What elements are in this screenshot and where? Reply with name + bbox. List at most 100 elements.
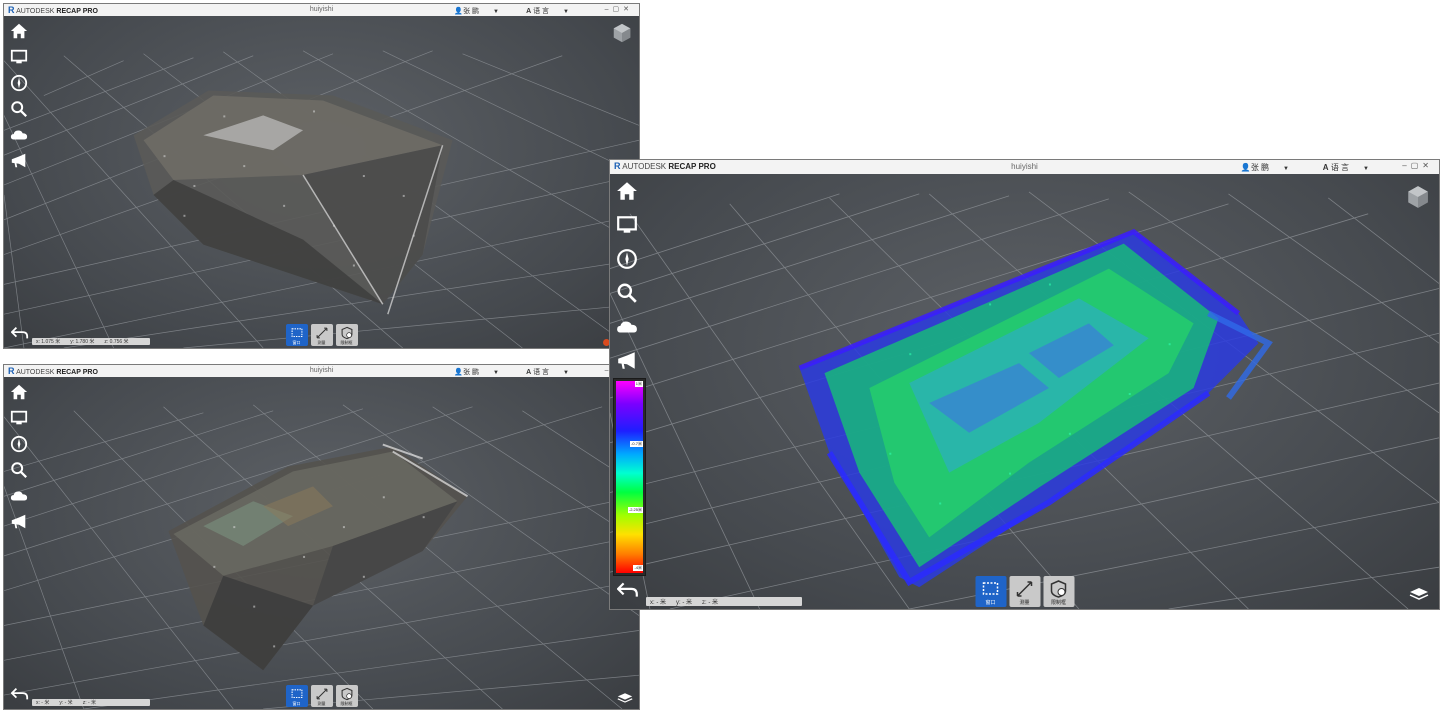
- search-icon[interactable]: [10, 100, 28, 118]
- file-name: huiyishi: [1011, 162, 1038, 171]
- coord-x: x: 1.075 米: [36, 339, 61, 345]
- back-arrow-icon[interactable]: [10, 687, 29, 701]
- home-icon[interactable]: [10, 383, 28, 401]
- bottom-toolbar: 窗口 测量 限制框: [975, 576, 1074, 607]
- chevron-down-icon: ▼: [493, 370, 499, 376]
- point-cloud-scene: [610, 191, 1439, 609]
- product-name: RECAP PRO: [56, 8, 98, 15]
- compass-icon[interactable]: [10, 74, 28, 92]
- chevron-down-icon: ▼: [563, 370, 569, 376]
- measure-button[interactable]: 测量: [310, 685, 333, 707]
- window-select-icon: [291, 328, 302, 338]
- limit-box-icon: [1050, 580, 1067, 598]
- measure-button[interactable]: 测量: [1009, 576, 1040, 607]
- coord-z: z: 0.756 米: [104, 339, 129, 345]
- recap-logo-icon: R: [614, 161, 621, 171]
- coord-y: y: 1.780 米: [70, 339, 95, 345]
- limit-box-button[interactable]: 限制框: [335, 324, 358, 346]
- user-menu[interactable]: 👤张 鹏 ▼: [1241, 162, 1289, 173]
- cloud-icon[interactable]: [10, 126, 28, 144]
- recap-window-large: R AUTODESK RECAP PRO huiyishi 👤张 鹏 ▼ A 语 …: [609, 159, 1440, 610]
- language-menu[interactable]: A 语 言 ▼: [526, 367, 569, 377]
- megaphone-icon[interactable]: [10, 152, 28, 170]
- measure-icon: [316, 688, 327, 700]
- recap-window-bottom-left: R AUTODESK RECAP PRO huiyishi 👤张 鹏 ▼ A 语 …: [3, 364, 640, 710]
- legend-bottom-label: -4米: [633, 565, 643, 571]
- limit-box-button[interactable]: 限制框: [1043, 576, 1074, 607]
- legend-mid1-label: -0.7米: [630, 441, 643, 447]
- point-cloud-scene: [4, 50, 639, 348]
- home-icon[interactable]: [10, 22, 28, 40]
- recap-logo-icon: R: [8, 366, 15, 376]
- coord-z: z: - 米: [82, 700, 97, 706]
- limit-box-button[interactable]: 限制框: [335, 685, 358, 707]
- autodesk-a-icon: A: [526, 369, 532, 376]
- point-cloud: [798, 228, 1273, 588]
- chevron-down-icon: ▼: [1363, 166, 1369, 172]
- window-select-button[interactable]: 窗口: [285, 324, 308, 346]
- language-menu[interactable]: A 语 言 ▼: [1323, 162, 1369, 173]
- bottom-toolbar: 窗口 测量 限制框: [285, 324, 358, 346]
- viewcube-icon[interactable]: [1405, 184, 1431, 210]
- chevron-down-icon: ▼: [493, 9, 499, 15]
- left-toolbar: [10, 22, 28, 178]
- layers-icon[interactable]: [617, 691, 633, 703]
- coordinates-readout: x: - 米 y: - 米 z: - 米: [32, 699, 150, 706]
- title-bar: R AUTODESK RECAP PRO huiyishi 👤张 鹏 ▼ A 语 …: [610, 160, 1439, 175]
- autodesk-a-icon: A: [526, 8, 532, 15]
- brand-name: AUTODESK: [16, 369, 55, 376]
- monitor-icon[interactable]: [10, 48, 28, 66]
- search-icon[interactable]: [616, 282, 638, 304]
- left-toolbar: [616, 180, 638, 384]
- limit-box-icon: [341, 687, 352, 701]
- user-menu[interactable]: 👤张 鹏 ▼: [454, 6, 499, 16]
- user-menu[interactable]: 👤张 鹏 ▼: [454, 367, 499, 377]
- layers-icon[interactable]: [1409, 587, 1429, 601]
- 3d-viewport[interactable]: 1米 -0.7米 -2.25米 -4米 x: - 米 y: - 米 z: - 米…: [610, 174, 1439, 609]
- home-icon[interactable]: [616, 180, 638, 202]
- back-arrow-icon[interactable]: [616, 581, 639, 599]
- 3d-viewport[interactable]: x: - 米 y: - 米 z: - 米 窗口 测量 限制框: [4, 377, 639, 709]
- window-select-icon: [982, 582, 999, 595]
- window-select-icon: [291, 689, 302, 699]
- file-name: huiyishi: [309, 6, 334, 13]
- recap-logo-icon: R: [8, 5, 15, 15]
- chevron-down-icon: ▼: [563, 9, 569, 15]
- measure-button[interactable]: 测量: [310, 324, 333, 346]
- coord-x: x: - 米: [36, 700, 50, 706]
- brand-name: AUTODESK: [622, 162, 667, 171]
- monitor-icon[interactable]: [616, 214, 638, 236]
- recap-window-top-left: R AUTODESK RECAP PRO huiyishi 👤张 鹏 ▼ A 语 …: [3, 3, 640, 349]
- compass-icon[interactable]: [10, 435, 28, 453]
- limit-box-icon: [341, 326, 352, 340]
- legend-top-label: 1米: [634, 381, 643, 387]
- point-cloud: [168, 443, 469, 671]
- monitor-icon[interactable]: [10, 409, 28, 427]
- legend-mid2-label: -2.25米: [627, 507, 643, 513]
- product-name: RECAP PRO: [668, 162, 716, 171]
- window-select-button[interactable]: 窗口: [285, 685, 308, 707]
- cloud-icon[interactable]: [10, 487, 28, 505]
- megaphone-icon[interactable]: [616, 350, 638, 372]
- 3d-viewport[interactable]: x: 1.075 米 y: 1.780 米 z: 0.756 米 窗口 测量 限…: [4, 16, 639, 348]
- chevron-down-icon: ▼: [1283, 166, 1289, 172]
- left-toolbar: [10, 383, 28, 539]
- autodesk-a-icon: A: [1322, 163, 1329, 172]
- color-scale-bar: [616, 381, 643, 573]
- search-icon[interactable]: [10, 461, 28, 479]
- back-arrow-icon[interactable]: [10, 326, 29, 340]
- window-controls[interactable]: –▢✕: [605, 5, 633, 13]
- file-name: huiyishi: [309, 367, 334, 374]
- megaphone-icon[interactable]: [10, 513, 28, 531]
- measure-icon: [316, 327, 327, 339]
- measure-icon: [1016, 581, 1033, 597]
- viewcube-icon[interactable]: [611, 22, 633, 44]
- language-menu[interactable]: A 语 言 ▼: [526, 6, 569, 16]
- cloud-icon[interactable]: [616, 316, 638, 338]
- coord-y: y: - 米: [676, 600, 692, 606]
- bottom-toolbar: 窗口 测量 限制框: [285, 685, 358, 707]
- window-select-button[interactable]: 窗口: [975, 576, 1006, 607]
- compass-icon[interactable]: [616, 248, 638, 270]
- window-controls[interactable]: –▢✕: [1402, 161, 1433, 170]
- coord-z: z: - 米: [702, 600, 718, 606]
